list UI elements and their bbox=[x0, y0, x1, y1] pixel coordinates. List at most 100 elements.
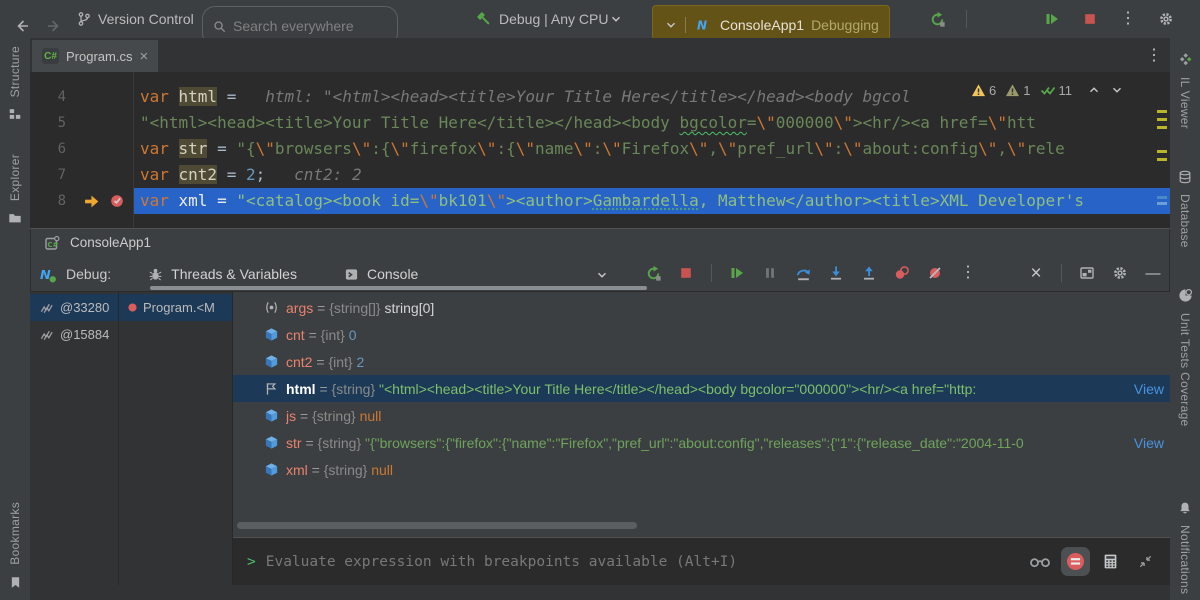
code-line[interactable]: var cnt2 = 2; cnt2: 2 bbox=[134, 162, 1170, 188]
toolwindow-button-structure[interactable]: Structure bbox=[5, 46, 25, 124]
right-toolwindow-stripe: IL Viewer Database Unit Tests Coverage Not… bbox=[1169, 38, 1200, 600]
step-out-icon[interactable] bbox=[858, 262, 880, 284]
inspections-widget[interactable]: 6 1 11 bbox=[965, 78, 1130, 102]
evaluate-expression-bar[interactable]: > Evaluate expression with breakpoints a… bbox=[233, 537, 1170, 585]
view-breakpoints-icon[interactable] bbox=[891, 262, 913, 284]
variable-type: {string} bbox=[312, 408, 359, 424]
separator bbox=[966, 10, 967, 28]
stop-icon[interactable] bbox=[1078, 7, 1102, 31]
evaluate-placeholder: Evaluate expression with breakpoints ava… bbox=[266, 554, 737, 570]
variable-row[interactable]: xml = {string} null bbox=[233, 456, 1170, 483]
more-icon[interactable]: ⋮ bbox=[1116, 7, 1140, 31]
code-segment: bgcolor bbox=[679, 113, 746, 132]
frame-row[interactable]: Program.<M bbox=[119, 294, 232, 321]
chevron-up-icon[interactable] bbox=[1087, 80, 1101, 100]
code-segment: var bbox=[140, 191, 179, 210]
weak-warning-icon bbox=[1005, 80, 1020, 100]
view-link[interactable]: View bbox=[1126, 375, 1164, 402]
layout-icon[interactable] bbox=[1076, 262, 1098, 284]
debug-label: Debug: bbox=[66, 266, 111, 282]
hide-icon[interactable]: — bbox=[1142, 262, 1164, 284]
code-segment: var bbox=[140, 139, 179, 158]
csproj-icon: C# bbox=[42, 233, 62, 253]
horizontal-scrollbar[interactable] bbox=[237, 522, 637, 529]
frames-list[interactable]: Program.<M bbox=[119, 292, 233, 587]
variable-row[interactable]: args = {string[]} string[0] bbox=[233, 294, 1170, 321]
mute-breakpoints-icon[interactable] bbox=[924, 262, 946, 284]
separator bbox=[711, 264, 712, 282]
gutter-row[interactable]: 8 bbox=[30, 188, 133, 214]
variable-row[interactable]: str = {string} "{"browsers":{"firefox":{… bbox=[233, 429, 1170, 456]
close-icon[interactable]: × bbox=[139, 48, 148, 65]
chevron-down-icon[interactable] bbox=[592, 265, 612, 285]
forward-icon bbox=[44, 16, 64, 36]
variable-type: {int} bbox=[321, 327, 349, 343]
rerun-icon[interactable] bbox=[642, 262, 664, 284]
tab-program-cs[interactable]: C# Program.cs × bbox=[32, 40, 158, 72]
toolwindow-button-explorer[interactable]: Explorer bbox=[5, 154, 25, 228]
settings-icon[interactable] bbox=[1109, 262, 1131, 284]
editor-gutter[interactable]: 45678 bbox=[30, 72, 134, 228]
toolwindow-button-il-viewer[interactable]: IL Viewer bbox=[1175, 50, 1195, 129]
chevron-down-icon bbox=[608, 9, 623, 29]
separator bbox=[685, 17, 686, 33]
step-over-icon[interactable] bbox=[792, 262, 814, 284]
code-line[interactable]: "<html><head><title>Your Title Here</tit… bbox=[134, 110, 1170, 136]
hammer-icon bbox=[474, 9, 494, 29]
resume-icon[interactable] bbox=[726, 262, 748, 284]
step-into-icon[interactable] bbox=[825, 262, 847, 284]
variable-name: str bbox=[286, 435, 302, 451]
thread-icon bbox=[36, 298, 56, 318]
variables-tree[interactable]: args = {string[]} string[0]cnt = {int} 0… bbox=[233, 292, 1170, 539]
toolwindow-button-notifications[interactable]: Notifications bbox=[1175, 498, 1195, 594]
calculator-icon[interactable] bbox=[1099, 551, 1121, 573]
gutter-row[interactable]: 5 bbox=[30, 110, 133, 136]
variable-row[interactable]: html = {string} "<html><head><title>Your… bbox=[233, 375, 1170, 402]
code-segment: str bbox=[179, 139, 208, 158]
tab-scroll-indicator[interactable] bbox=[150, 286, 647, 290]
debug-tab-console[interactable]: Console bbox=[337, 264, 424, 284]
settings-icon[interactable] bbox=[1154, 7, 1178, 31]
toolwindow-button-bookmarks[interactable]: Bookmarks bbox=[5, 502, 25, 592]
variable-type: {string} bbox=[318, 435, 365, 451]
variable-row[interactable]: js = {string} null bbox=[233, 402, 1170, 429]
code-segment: html bbox=[179, 87, 218, 106]
build-config-widget[interactable]: Debug | Any CPU bbox=[474, 0, 623, 38]
toolwindow-button-unit-tests-coverage[interactable]: Unit Tests Coverage bbox=[1175, 286, 1195, 427]
run-config-status: Debugging bbox=[811, 17, 879, 33]
gutter-row[interactable]: 6 bbox=[30, 136, 133, 162]
code-line[interactable]: var xml = "<catalog><book id=\"bk101\"><… bbox=[134, 188, 1170, 214]
more-icon[interactable]: ⋮ bbox=[957, 262, 979, 284]
thread-row[interactable]: @33280 bbox=[30, 294, 118, 321]
chevron-down-icon bbox=[663, 15, 678, 35]
gutter-row[interactable]: 4 bbox=[30, 84, 133, 110]
pause-icon[interactable] bbox=[759, 262, 781, 284]
collapse-icon[interactable] bbox=[1134, 551, 1156, 573]
stop-icon[interactable] bbox=[675, 262, 697, 284]
editor-scrollbar[interactable] bbox=[1155, 72, 1167, 228]
variable-row[interactable]: cnt = {int} 0 bbox=[233, 321, 1170, 348]
warnings-count: 6 bbox=[971, 80, 996, 100]
rerun-icon[interactable] bbox=[925, 7, 949, 31]
code-segment: var bbox=[140, 87, 179, 106]
svg-text:C#: C# bbox=[47, 241, 58, 249]
debug-tab-threads-variables[interactable]: Threads & Variables bbox=[141, 264, 303, 284]
breakpoint-toggle-icon[interactable] bbox=[1064, 551, 1086, 573]
code-editor[interactable]: 45678 var html = html: "<html><head><tit… bbox=[30, 72, 1170, 228]
chevron-down-icon[interactable] bbox=[1110, 80, 1124, 100]
watches-icon[interactable] bbox=[1029, 551, 1051, 573]
vcs-widget[interactable]: Version Control bbox=[74, 0, 194, 38]
view-link[interactable]: View bbox=[1126, 429, 1164, 456]
code-segment: 2 bbox=[356, 354, 364, 370]
close-icon[interactable]: × bbox=[1025, 262, 1047, 284]
gutter-row[interactable]: 7 bbox=[30, 162, 133, 188]
breakpoint-verified-icon[interactable] bbox=[107, 191, 127, 211]
resume-icon[interactable] bbox=[1040, 7, 1064, 31]
threads-list[interactable]: @33280@15884 bbox=[30, 292, 119, 587]
thread-row[interactable]: @15884 bbox=[30, 321, 118, 348]
more-icon[interactable]: ⋮ bbox=[1146, 45, 1162, 65]
variable-row[interactable]: cnt2 = {int} 2 bbox=[233, 348, 1170, 375]
toolwindow-button-database[interactable]: Database bbox=[1175, 167, 1195, 248]
code-line[interactable]: var str = "{\"browsers\":{\"firefox\":{\… bbox=[134, 136, 1170, 162]
warning-icon bbox=[971, 80, 986, 100]
